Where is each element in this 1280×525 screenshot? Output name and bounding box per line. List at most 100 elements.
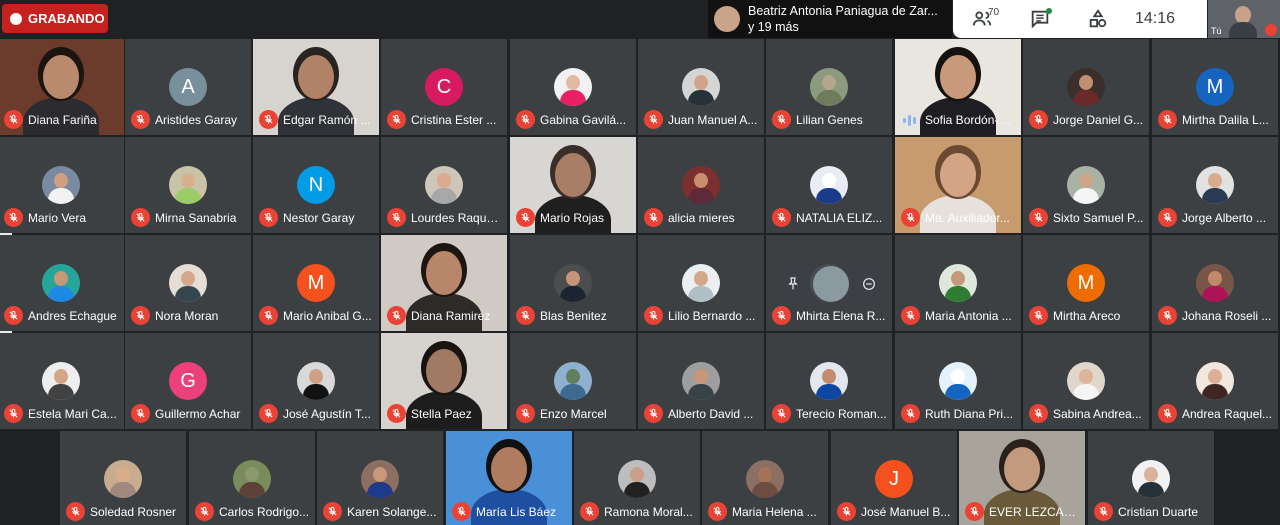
avatar-face xyxy=(566,75,580,90)
participants-button[interactable]: 70 xyxy=(953,0,1011,38)
participant-name: Stella Paez xyxy=(411,407,472,421)
avatar xyxy=(554,264,592,302)
participant-tile[interactable]: Sabina Andrea... xyxy=(1023,333,1149,429)
participant-tile[interactable]: Ramona Moral... xyxy=(574,431,700,525)
avatar-face xyxy=(951,271,965,286)
participant-tile[interactable]: NATALIA ELIZ... xyxy=(766,137,892,233)
participant-name: Lourdes Raque... xyxy=(411,211,503,225)
presenting-banner[interactable]: Beatriz Antonia Paniagua de Zar... y 19 … xyxy=(708,0,952,38)
participant-tile[interactable]: Ma. Auxiliador... xyxy=(895,137,1021,233)
participant-tile[interactable]: A Aristides Garay xyxy=(125,39,251,135)
avatar-initial: M xyxy=(1077,271,1095,294)
participant-tile[interactable]: Terecio Roman... xyxy=(766,333,892,429)
avatar xyxy=(682,362,720,400)
avatar-face xyxy=(373,467,387,482)
participant-tile[interactable]: Maria Antonia ... xyxy=(895,235,1021,331)
mic-off-icon xyxy=(4,306,23,325)
participant-name: Lilio Bernardo ... xyxy=(668,309,756,323)
participant-tile[interactable]: Carlos Rodrigo... xyxy=(189,431,315,525)
participant-tile[interactable]: Jorge Daniel G... xyxy=(1023,39,1149,135)
avatar-face xyxy=(1208,271,1222,286)
participant-tile[interactable]: Mario Vera xyxy=(0,137,124,233)
participant-tile[interactable]: EVER LEZCAN... xyxy=(959,431,1085,525)
participant-tile[interactable]: Ruth Diana Pri... xyxy=(895,333,1021,429)
participant-name: Ma. Auxiliador... xyxy=(925,211,1010,225)
participant-tile[interactable]: Diana Ramirez xyxy=(381,235,507,331)
remove-icon[interactable] xyxy=(861,276,877,292)
participant-tile[interactable]: M Mirtha Areco xyxy=(1023,235,1149,331)
participant-tile[interactable]: Soledad Rosner xyxy=(60,431,186,525)
participant-tile[interactable]: Lilio Bernardo ... xyxy=(638,235,764,331)
avatar xyxy=(810,362,848,400)
participant-name: Andres Echague xyxy=(28,309,117,323)
participant-tile[interactable]: Nora Moran xyxy=(125,235,251,331)
participant-tile[interactable]: N Nestor Garay xyxy=(253,137,379,233)
participant-tile[interactable]: Gabina Gavilá... xyxy=(510,39,636,135)
avatar-body xyxy=(239,482,265,498)
participant-tile[interactable]: alicia mieres xyxy=(638,137,764,233)
participant-tile[interactable]: José Agustín T... xyxy=(253,333,379,429)
participant-tile[interactable]: Alberto David ... xyxy=(638,333,764,429)
participant-tile[interactable]: Edgar Ramón ... xyxy=(253,39,379,135)
participant-tile[interactable]: Andrea Raquel... xyxy=(1152,333,1278,429)
participant-tile[interactable]: Enzo Marcel xyxy=(510,333,636,429)
avatar: C xyxy=(425,68,463,106)
participant-tile[interactable]: M Mario Anibal G... xyxy=(253,235,379,331)
participant-tile[interactable]: María Lis Báez xyxy=(446,431,572,525)
avatar-face xyxy=(822,369,836,384)
participant-tile[interactable]: Sofia Bordón- ... xyxy=(895,39,1021,135)
activities-button[interactable] xyxy=(1069,0,1127,38)
avatar-body xyxy=(945,384,971,400)
participant-tile[interactable]: Sixto Samuel P... xyxy=(1023,137,1149,233)
mic-off-icon xyxy=(901,404,920,423)
participant-tile[interactable]: Cristian Duarte xyxy=(1088,431,1214,525)
participant-tile[interactable]: Blas Benitez xyxy=(510,235,636,331)
speaking-icon xyxy=(903,113,917,127)
mic-off-icon xyxy=(901,306,920,325)
participant-tile[interactable]: G Guillermo Achar xyxy=(125,333,251,429)
participant-tile[interactable]: Estela Mari Ca... xyxy=(0,333,124,429)
participant-tile[interactable]: J José Manuel B... xyxy=(831,431,957,525)
pin-icon[interactable] xyxy=(785,276,801,292)
participant-tile[interactable]: Diana Fariña xyxy=(0,39,124,135)
participant-name: alicia mieres xyxy=(668,211,735,225)
avatar xyxy=(42,166,80,204)
participant-tile[interactable]: Stella Paez xyxy=(381,333,507,429)
participant-tile[interactable]: Lourdes Raque... xyxy=(381,137,507,233)
avatar-body xyxy=(110,482,136,498)
avatar: M xyxy=(297,264,335,302)
participant-name: NATALIA ELIZ... xyxy=(796,211,883,225)
participant-tile[interactable]: Karen Solange... xyxy=(317,431,443,525)
mic-off-icon xyxy=(516,306,535,325)
participant-tile[interactable]: Lilian Genes xyxy=(766,39,892,135)
mic-off-icon xyxy=(1029,208,1048,227)
presenter-avatar xyxy=(714,6,740,32)
self-body xyxy=(1229,22,1257,38)
avatar-body xyxy=(752,482,778,498)
avatar xyxy=(1196,166,1234,204)
participant-tile[interactable]: M Mirtha Dalila L... xyxy=(1152,39,1278,135)
avatar-face xyxy=(54,173,68,188)
avatar-body xyxy=(431,188,457,204)
avatar-face xyxy=(1079,173,1093,188)
participant-tile[interactable]: Juan Manuel A... xyxy=(638,39,764,135)
participant-tile[interactable]: C Cristina Ester ... xyxy=(381,39,507,135)
avatar-body xyxy=(1073,188,1099,204)
self-view[interactable]: Tú xyxy=(1208,0,1280,38)
self-label: Tú xyxy=(1211,26,1222,36)
participant-tile[interactable]: Maria Helena ... xyxy=(702,431,828,525)
participant-tile[interactable]: Jorge Alberto ... xyxy=(1152,137,1278,233)
participant-tile[interactable]: Andres Echague xyxy=(0,235,124,331)
mic-off-icon xyxy=(772,208,791,227)
avatar-body xyxy=(945,286,971,302)
tile-hover-controls[interactable] xyxy=(775,264,887,303)
avatar xyxy=(1196,362,1234,400)
participant-tile[interactable]: Mario Rojas xyxy=(510,137,636,233)
participant-tile[interactable]: Johana Roseli ... xyxy=(1152,235,1278,331)
avatar xyxy=(554,68,592,106)
avatar-body xyxy=(688,188,714,204)
chat-button[interactable] xyxy=(1011,0,1069,38)
recording-badge[interactable]: GRABANDO xyxy=(2,4,108,33)
participant-tile[interactable]: Mirna Sanabria xyxy=(125,137,251,233)
avatar-face xyxy=(54,271,68,286)
